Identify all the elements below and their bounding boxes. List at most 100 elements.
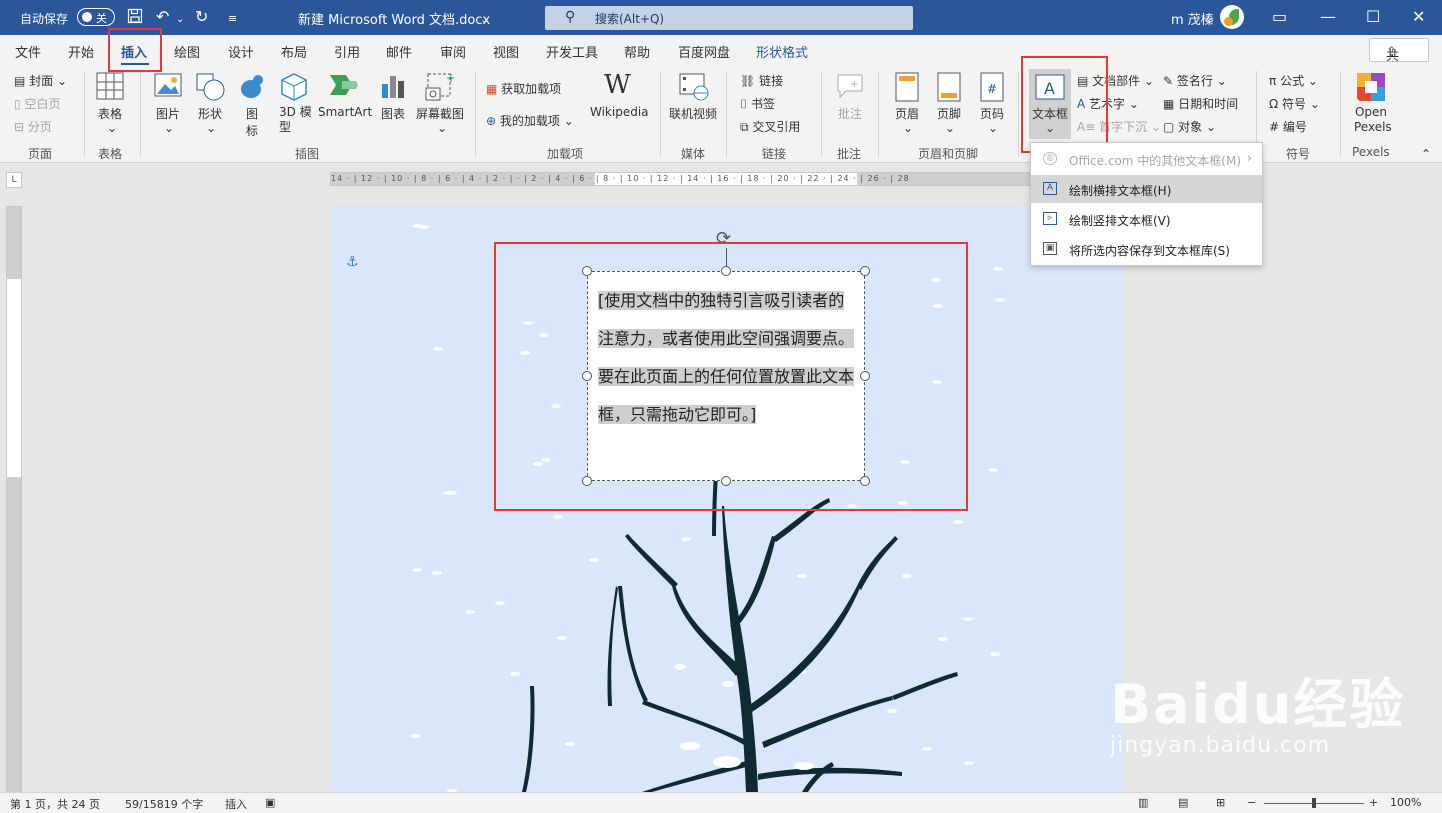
input-mode[interactable]: 插入 [225,796,247,812]
header-button[interactable]: 页眉 [895,105,919,122]
footer-button[interactable]: 页脚 [937,105,961,122]
get-addins-button[interactable]: ▦ 获取加载项 [486,80,561,97]
3d-model-icon [281,73,307,101]
header-chevron-icon: ⌄ [903,121,914,135]
horizontal-textbox-icon: A [1043,182,1057,195]
page-break-button[interactable]: ⊟ 分页 [14,118,52,135]
word-count[interactable]: 59/15819 个字 [125,796,203,812]
avatar[interactable] [1220,5,1244,29]
signature-line-button[interactable]: ✎ 签名行 ⌄ [1163,72,1227,89]
read-mode-icon[interactable]: ▥ [1138,796,1148,809]
svg-text:#: # [987,82,997,96]
tab-review[interactable]: 审阅 [440,42,466,61]
customize-toolbar-icon[interactable]: ≡ [228,10,237,28]
watermark-brand: Baidu经验 [1110,673,1406,736]
table-icon [96,72,124,100]
save-icon[interactable] [127,8,143,28]
page-break-icon: ⊟ [14,120,25,134]
screenshot-button[interactable]: 屏幕截图 [416,105,464,122]
tab-file[interactable]: 文件 [15,42,41,61]
tab-developer[interactable]: 开发工具 [546,42,598,61]
tab-view[interactable]: 视图 [493,42,519,61]
vertical-textbox-icon: ▹ [1043,212,1057,225]
object-button[interactable]: ▢ 对象 ⌄ [1163,118,1216,135]
symbol-button[interactable]: Ω 符号 ⌄ [1269,95,1320,112]
picture-button[interactable]: 图片 [156,105,180,122]
signature-icon: ✎ [1163,74,1174,88]
screenshot-icon: + [425,72,454,101]
web-layout-icon[interactable]: ⊞ [1216,796,1225,809]
zoom-slider[interactable] [1264,798,1364,808]
collapse-ribbon-icon[interactable]: ⌃ [1421,147,1431,161]
autosave-toggle[interactable]: 关 [77,8,115,26]
ribbon-display-icon[interactable]: ▭ [1272,7,1287,26]
toggle-state: 关 [96,12,107,25]
cross-reference-button[interactable]: ⧉ 交叉引用 [740,118,800,135]
header-icon [895,72,919,102]
menu-item-save-to-gallery[interactable]: ▣ 将所选内容保存到文本框库(S) [1031,235,1262,263]
numbering-button[interactable]: # 编号 [1269,118,1307,135]
menu-item-office-textboxes[interactable]: ◍ Office.com 中的其他文本框(M) › [1031,145,1262,173]
open-pexels-button[interactable]: Open Pexels [1354,105,1392,135]
comment-button[interactable]: 批注 [838,105,862,122]
tab-home[interactable]: 开始 [68,42,94,61]
table-button[interactable]: 表格 [98,105,122,122]
tab-stop-selector[interactable]: L [6,172,22,188]
title-chevron-icon[interactable]: ⌄ [480,11,489,29]
undo-dropdown-icon[interactable]: ⌄ [176,11,184,29]
highlight-textbox-button [1021,56,1108,153]
baidu-watermark: Baidu经验 jingyan.baidu.com [1110,660,1405,758]
zoom-in-icon[interactable]: + [1369,796,1378,809]
menu-item-draw-vertical-textbox[interactable]: ▹ 绘制竖排文本框(V) [1031,205,1262,233]
equation-button[interactable]: π 公式 ⌄ [1269,72,1318,89]
shapes-button[interactable]: 形状 [198,105,222,122]
close-icon[interactable]: ✕ [1412,7,1425,26]
smartart-button[interactable]: SmartArt [318,105,372,119]
date-time-button[interactable]: ▦ 日期和时间 [1163,95,1238,112]
tab-help[interactable]: 帮助 [624,42,650,61]
document-title[interactable]: 新建 Microsoft Word 文档.docx [298,9,490,28]
page-number-button[interactable]: 页码 [980,105,1004,122]
undo-icon[interactable]: ↶ [156,8,169,26]
tab-layout[interactable]: 布局 [281,42,307,61]
minimize-icon[interactable]: — [1320,7,1336,26]
save-icon: ▣ [1043,242,1057,255]
tab-references[interactable]: 引用 [334,42,360,61]
footer-chevron-icon: ⌄ [945,121,956,135]
share-button[interactable]: ⇪ 共享 [1369,38,1429,83]
print-layout-icon[interactable]: ▤ [1178,796,1188,809]
wikipedia-button[interactable]: Wikipedia [590,105,649,119]
menu-item-draw-horizontal-textbox[interactable]: A 绘制横排文本框(H) [1031,175,1262,203]
vertical-ruler[interactable] [6,206,22,793]
icons-button[interactable]: 图标 [246,105,260,139]
chart-button[interactable]: 图表 [381,105,405,122]
tab-baidu-netdisk[interactable]: 百度网盘 [678,42,730,61]
cross-reference-icon: ⧉ [740,120,749,134]
online-video-button[interactable]: 联机视频 [669,105,717,122]
zoom-out-icon[interactable]: − [1247,796,1256,809]
table-chevron-icon: ⌄ [107,121,118,135]
horizontal-ruler[interactable]: 14 · | 12 · | 10 · | 8 · | 6 · | 4 · | 2… [330,172,1124,186]
search-box[interactable]: ⚲ 搜索(Alt+Q) [545,6,913,30]
cover-page-button[interactable]: ▤ 封面 ⌄ [14,72,67,89]
anchor-icon: ⚓ [346,254,359,270]
maximize-icon[interactable]: ☐ [1366,7,1380,26]
tab-draw[interactable]: 绘图 [174,42,200,61]
3d-model-button[interactable]: 3D 模型 [279,105,313,135]
tab-design[interactable]: 设计 [228,42,254,61]
redo-icon[interactable]: ↻ [195,8,208,26]
my-addins-button[interactable]: ⊕ 我的加载项 ⌄ [486,112,574,129]
blank-page-button[interactable]: ▯ 空白页 [14,95,60,112]
link-button[interactable]: ⛓ 链接 [740,72,783,89]
macro-record-icon[interactable]: ▣ [265,796,275,809]
zoom-slider-thumb[interactable] [1312,798,1316,808]
zoom-level[interactable]: 100% [1390,796,1421,809]
tab-shape-format[interactable]: 形状格式 [756,42,808,61]
user-name[interactable]: m 茂榛 [1171,9,1214,28]
wikipedia-icon: W [604,70,631,100]
group-media-label: 媒体 [681,147,706,161]
bookmark-button[interactable]: ⌷ 书签 [740,95,775,112]
tab-mailings[interactable]: 邮件 [386,42,412,61]
page-count[interactable]: 第 1 页，共 24 页 [10,796,100,812]
page-number-icon: # [980,72,1004,102]
